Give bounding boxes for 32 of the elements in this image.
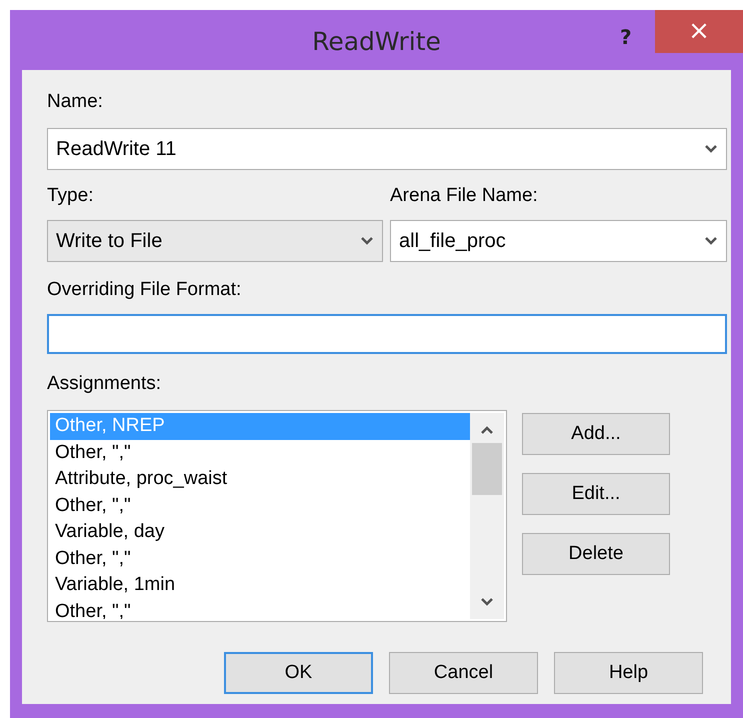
dropdown[interactable]: all_file_proc — [390, 220, 727, 262]
dropdown[interactable]: ReadWrite 11 — [47, 128, 727, 170]
list-item[interactable]: Variable, day — [50, 519, 470, 546]
side-button[interactable]: Add... — [522, 413, 670, 455]
dialog-button[interactable]: Cancel — [389, 652, 538, 694]
input-field[interactable] — [47, 314, 727, 354]
field-label: Name: — [47, 90, 104, 114]
dialog-button[interactable]: Help — [554, 652, 703, 694]
dropdown[interactable]: Write to File — [47, 220, 383, 262]
list-item[interactable]: Attribute, proc_waist — [50, 466, 470, 492]
chevron-down-icon — [704, 236, 718, 246]
scroll-thumb[interactable] — [472, 443, 502, 495]
list-item[interactable]: Other, "," — [50, 440, 470, 466]
field-label: Overriding File Format: — [47, 278, 242, 302]
field-label: Assignments: — [47, 372, 162, 396]
scroll-down-icon — [480, 597, 494, 607]
list-item[interactable]: Other, "," — [50, 598, 470, 619]
help-button[interactable]: ? — [620, 22, 632, 52]
chevron-down-icon — [704, 144, 718, 154]
list-item[interactable]: Other, "," — [50, 546, 470, 572]
field-label: Arena File Name: — [390, 184, 539, 208]
list-item[interactable]: Other, "," — [50, 492, 470, 519]
dialog-button[interactable]: OK — [224, 652, 373, 694]
window-title: ReadWrite — [312, 26, 441, 58]
field-label: Type: — [47, 184, 94, 208]
scroll-up-icon — [480, 425, 494, 435]
chevron-down-icon — [360, 236, 374, 246]
side-button[interactable]: Edit... — [522, 473, 670, 515]
side-button[interactable]: Delete — [522, 533, 670, 575]
scrollbar[interactable] — [470, 413, 504, 619]
list-item[interactable]: Variable, 1min — [50, 572, 470, 598]
close-button[interactable]: × — [655, 10, 743, 53]
